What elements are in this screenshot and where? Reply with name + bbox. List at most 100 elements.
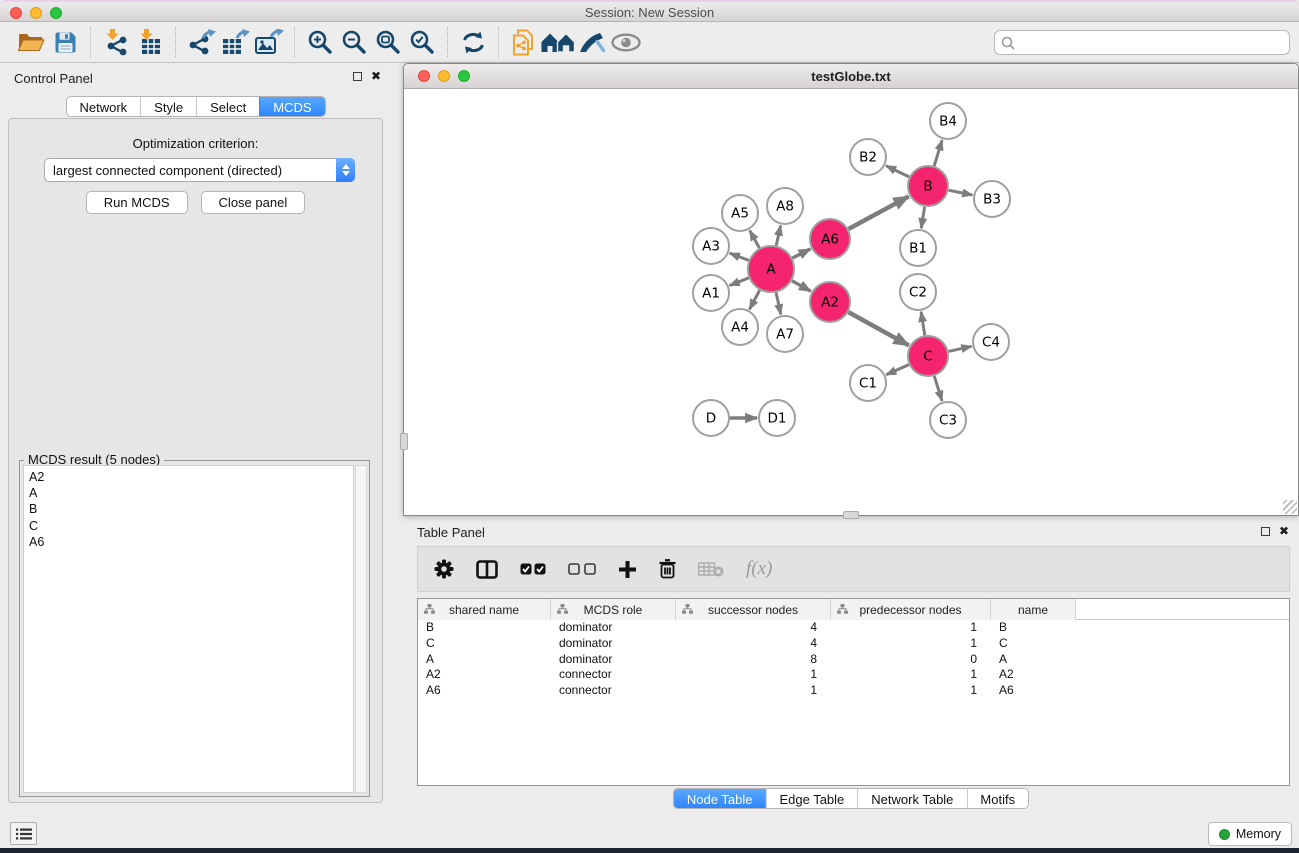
zoom-fit-icon[interactable] — [371, 26, 405, 58]
float-panel-icon[interactable] — [353, 72, 362, 81]
network-window-title: testGlobe.txt — [404, 69, 1298, 84]
table-cell: dominator — [551, 652, 676, 668]
tab-mcds[interactable]: MCDS — [259, 97, 324, 116]
tab-select[interactable]: Select — [196, 97, 259, 116]
table-cell: C — [418, 636, 551, 652]
tab-edge-table[interactable]: Edge Table — [765, 789, 857, 808]
open-folder-icon[interactable] — [14, 26, 48, 58]
save-icon[interactable] — [48, 26, 82, 58]
column-header-shared-name[interactable]: shared name — [418, 599, 551, 620]
gear-icon[interactable] — [434, 559, 454, 579]
edge-B-B1[interactable] — [921, 207, 924, 229]
edge-C-C4[interactable] — [948, 346, 971, 351]
close-panel-button[interactable]: Close panel — [201, 191, 306, 214]
brush-icon[interactable] — [575, 26, 609, 58]
west-panel-grip[interactable] — [400, 433, 408, 450]
edge-A-A8[interactable] — [776, 226, 780, 246]
edge-A6-B[interactable] — [848, 196, 908, 229]
network-view-window: testGlobe.txt AA6A2BCA5A8A3A1A4A7B2B4B3B… — [403, 63, 1299, 516]
main-toolbar — [0, 22, 1299, 63]
tab-network[interactable]: Network — [66, 97, 140, 116]
export-table-icon[interactable] — [218, 26, 252, 58]
table-row[interactable]: Cdominator41C — [418, 636, 1289, 652]
table-row[interactable]: A2connector11A2 — [418, 667, 1289, 683]
column-header-successor-nodes[interactable]: successor nodes — [676, 599, 831, 620]
tab-network-table[interactable]: Network Table — [857, 789, 966, 808]
criterion-dropdown[interactable]: largest connected component (directed) — [44, 158, 355, 182]
south-panel-grip[interactable] — [843, 511, 859, 519]
tab-node-table[interactable]: Node Table — [674, 789, 766, 808]
close-panel-icon[interactable]: ✖ — [1279, 527, 1289, 536]
toolbar-separator — [90, 27, 91, 57]
mcds-result-item[interactable]: A6 — [29, 534, 353, 550]
network-window-titlebar: testGlobe.txt — [404, 64, 1298, 89]
node-label: B3 — [983, 192, 1001, 208]
mcds-result-item[interactable]: A2 — [29, 469, 353, 485]
eye-icon[interactable] — [609, 26, 643, 58]
tab-motifs[interactable]: Motifs — [966, 789, 1028, 808]
export-network-icon[interactable] — [184, 26, 218, 58]
tree-icon — [837, 604, 848, 614]
edge-B-B2[interactable] — [886, 166, 909, 177]
import-network-icon[interactable] — [99, 26, 133, 58]
mcds-result-list[interactable]: A2ABCA6 — [23, 465, 354, 793]
edge-A-A3[interactable] — [730, 253, 749, 260]
table-cell: dominator — [551, 620, 676, 636]
mcds-result-item[interactable]: A — [29, 485, 353, 501]
list-icon — [16, 828, 32, 840]
edge-A-A2[interactable] — [792, 281, 811, 292]
table-row[interactable]: Bdominator41B — [418, 620, 1289, 636]
node-label: C1 — [859, 376, 877, 392]
houses-icon[interactable] — [541, 26, 575, 58]
edge-A-A7[interactable] — [776, 292, 781, 314]
memory-button[interactable]: Memory — [1208, 822, 1292, 846]
delete-icon[interactable] — [659, 559, 676, 579]
edge-A-A6[interactable] — [792, 249, 810, 258]
edge-B-B3[interactable] — [949, 190, 973, 195]
add-icon[interactable] — [618, 560, 637, 579]
edge-B-B4[interactable] — [934, 140, 942, 166]
mcds-result-item[interactable]: C — [29, 518, 353, 534]
edge-C-C1[interactable] — [886, 365, 909, 375]
edge-A2-C[interactable] — [848, 312, 908, 345]
edge-A-A4[interactable] — [749, 290, 759, 309]
task-history-button[interactable] — [10, 822, 37, 845]
edge-A-A5[interactable] — [750, 230, 760, 248]
node-label: A5 — [731, 206, 749, 222]
resize-grip-icon[interactable] — [1283, 500, 1297, 514]
run-mcds-button[interactable]: Run MCDS — [86, 191, 188, 214]
column-header-MCDS-role[interactable]: MCDS role — [551, 599, 676, 620]
edge-A-A1[interactable] — [730, 278, 749, 286]
optimization-criterion-label: Optimization criterion: — [9, 136, 382, 151]
table-toolbar: f(x) — [417, 546, 1290, 592]
export-image-icon[interactable] — [252, 26, 286, 58]
search-input[interactable] — [1019, 35, 1283, 51]
table-cell: A2 — [418, 667, 551, 683]
network-canvas[interactable]: AA6A2BCA5A8A3A1A4A7B2B4B3B1C2C4C1C3DD1 — [404, 89, 1298, 515]
mcds-result-item[interactable]: B — [29, 501, 353, 517]
table-cell: 8 — [676, 652, 831, 668]
column-header-name[interactable]: name — [991, 599, 1076, 620]
zoom-in-icon[interactable] — [303, 26, 337, 58]
search-field[interactable] — [994, 30, 1290, 55]
float-panel-icon[interactable] — [1261, 527, 1270, 536]
column-header-predecessor-nodes[interactable]: predecessor nodes — [831, 599, 991, 620]
refresh-icon[interactable] — [456, 26, 490, 58]
table-row[interactable]: A6connector11A6 — [418, 683, 1289, 699]
table-row[interactable]: Adominator80A — [418, 652, 1289, 668]
edge-C-C3[interactable] — [934, 376, 942, 401]
zoom-out-icon[interactable] — [337, 26, 371, 58]
close-panel-icon[interactable]: ✖ — [371, 72, 381, 81]
import-table-icon[interactable] — [133, 26, 167, 58]
edge-C-C2[interactable] — [921, 312, 925, 335]
document-share-icon[interactable] — [507, 26, 541, 58]
toolbar-separator — [447, 27, 448, 57]
toolbar-separator — [498, 27, 499, 57]
result-scrollbar[interactable] — [355, 465, 367, 793]
select-all-icon[interactable] — [520, 563, 546, 575]
node-label: A4 — [731, 320, 749, 336]
tab-style[interactable]: Style — [140, 97, 196, 116]
split-panel-icon[interactable] — [476, 560, 498, 579]
zoom-selected-icon[interactable] — [405, 26, 439, 58]
deselect-all-icon[interactable] — [568, 563, 596, 575]
